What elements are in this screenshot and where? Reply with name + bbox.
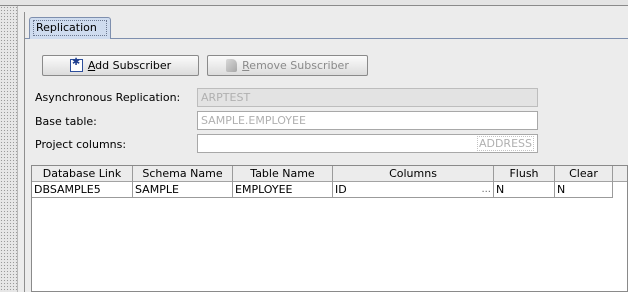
cell-clear[interactable]: N xyxy=(555,182,613,198)
cell-database-link[interactable]: DBSAMPLE5 xyxy=(32,182,133,198)
add-subscriber-label: Add Subscriber xyxy=(87,59,172,72)
column-header-flush[interactable]: Flush xyxy=(494,166,555,182)
subscribers-table[interactable]: Database Link Schema Name Table Name Col… xyxy=(31,165,628,292)
cell-table-name[interactable]: EMPLOYEE xyxy=(233,182,333,198)
cell-flush[interactable]: N xyxy=(494,182,555,198)
project-columns-field[interactable]: ADDRESS xyxy=(197,134,538,153)
base-table-label: Base table: xyxy=(35,115,97,128)
column-header-schema-name[interactable]: Schema Name xyxy=(133,166,233,182)
column-header-clear[interactable]: Clear xyxy=(555,166,613,182)
table-header: Database Link Schema Name Table Name Col… xyxy=(32,166,627,182)
panel-left-edge xyxy=(24,12,25,292)
column-header-database-link[interactable]: Database Link xyxy=(32,166,133,182)
splitter-handle[interactable] xyxy=(0,6,18,292)
cell-schema-name[interactable]: SAMPLE xyxy=(133,182,233,198)
add-subscriber-button[interactable]: Add Subscriber xyxy=(42,55,199,76)
cell-columns[interactable]: ID ... xyxy=(333,182,494,198)
remove-subscriber-button[interactable]: Remove Subscriber xyxy=(207,55,368,76)
project-columns-label: Project columns: xyxy=(35,138,127,151)
window-top-border xyxy=(0,5,628,6)
remove-subscriber-label: Remove Subscriber xyxy=(242,59,349,72)
column-header-table-name[interactable]: Table Name xyxy=(233,166,333,182)
columns-ellipsis-button[interactable]: ... xyxy=(481,182,491,197)
async-replication-field: ARPTEST xyxy=(197,88,538,107)
project-columns-value: ADDRESS xyxy=(476,136,534,151)
column-header-columns[interactable]: Columns xyxy=(333,166,494,182)
table-row[interactable]: DBSAMPLE5 SAMPLE EMPLOYEE ID ... N N xyxy=(32,182,613,198)
async-replication-label: Asynchronous Replication: xyxy=(35,91,181,104)
base-table-field[interactable]: SAMPLE.EMPLOYEE xyxy=(197,111,538,130)
add-subscriber-icon xyxy=(69,57,83,72)
remove-subscriber-icon xyxy=(226,59,238,72)
tab-focus-indicator xyxy=(33,20,107,36)
tab-baseline xyxy=(111,38,628,39)
cell-columns-value: ID xyxy=(335,183,347,196)
